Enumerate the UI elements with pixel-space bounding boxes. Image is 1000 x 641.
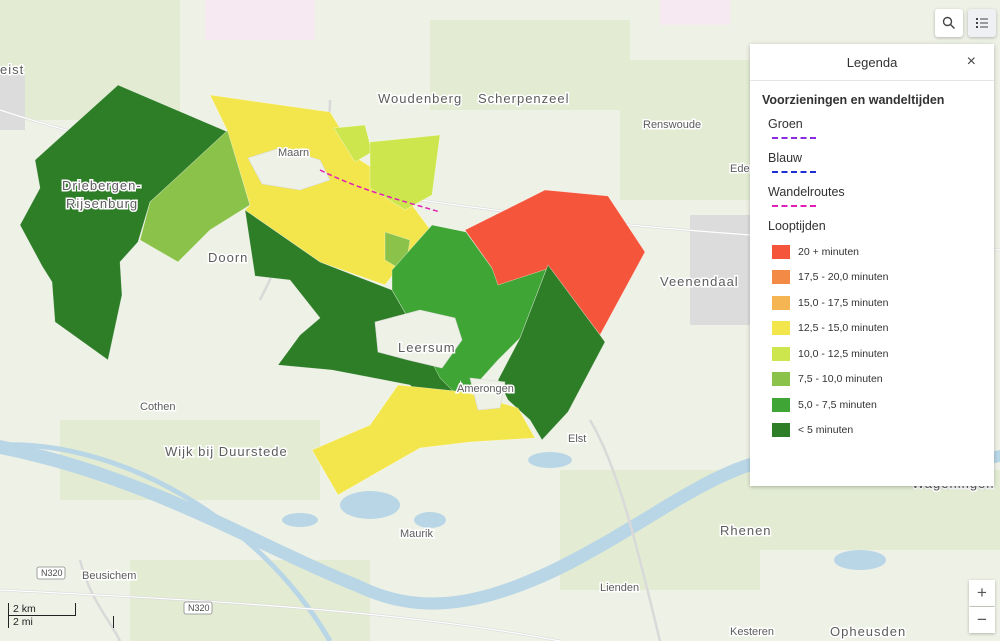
place-label: Maarn [278,147,309,159]
place-label: Elst [568,433,586,445]
scale-mi-label: 2 mi [8,616,114,628]
legend-time-row: 10,0 - 12,5 minuten [772,341,982,367]
place-label: Driebergen- [62,178,142,193]
legend-toggle-button[interactable] [968,9,996,37]
legend-swatch [772,346,790,361]
road-shield: N320 [183,601,213,615]
zoom-in-button[interactable]: + [969,580,995,606]
place-label: Maurik [400,528,434,540]
legend-times-list: 20 + minuten 17,5 - 20,0 minuten 15,0 - 17… [762,239,982,443]
road-shield-label: N320 [41,568,63,578]
place-label: Wijk bij Duurstede [165,444,288,459]
legend-time-row: 17,5 - 20,0 minuten [772,265,982,291]
place-label: eist [0,62,24,77]
legend-close-button[interactable]: × [967,53,976,71]
legend-route-swatch [772,137,816,139]
legend-header: Legenda × [750,44,994,81]
scale-km-label: 2 km [8,603,76,616]
place-label: Kesteren [730,626,774,638]
legend-time-row: 20 + minuten [772,239,982,265]
place-label: Lienden [600,582,639,594]
legend-time-row: 15,0 - 17,5 minuten [772,290,982,316]
legend-route-label: Wandelroutes [768,185,845,199]
place-label: Renswoude [643,119,701,131]
legend-route-swatch [772,205,816,207]
legend-swatch [772,270,790,285]
legend-title: Legenda [846,54,898,70]
legend-route-swatch [772,171,816,173]
legend-time-row: 12,5 - 15,0 minuten [772,316,982,342]
legend-time-row: 7,5 - 10,0 minuten [772,367,982,393]
legend-swatch [772,321,790,336]
legend-layer-title: Voorzieningen en wandeltijden [762,93,945,107]
legend-body: Voorzieningen en wandeltijden Groen Blau… [750,81,994,443]
legend-time-label: 7,5 - 10,0 minuten [798,373,883,386]
place-label: Cothen [140,401,175,413]
place-label: Scherpenzeel [478,91,570,106]
place-label: Amerongen [457,383,514,395]
place-label: Rhenen [720,523,772,538]
legend-time-label: < 5 minuten [798,424,854,437]
place-label: Leersum [398,340,456,355]
legend-time-row: < 5 minuten [772,418,982,444]
place-label: Veenendaal [660,274,739,289]
road-shield-label: N320 [188,603,210,613]
place-label: Beusichem [82,570,136,582]
legend-time-label: 5,0 - 7,5 minuten [798,398,877,411]
legend-swatch [772,244,790,259]
legend-time-row: 5,0 - 7,5 minuten [772,392,982,418]
legend-list-icon [976,18,988,28]
legend-times-title: Looptijden [768,219,826,233]
legend-time-label: 15,0 - 17,5 minuten [798,296,889,309]
legend-route-label: Blauw [768,151,803,165]
legend-panel: Legenda × Voorzieningen en wandeltijden … [750,44,994,486]
place-label: Rijsenburg [66,196,138,211]
legend-swatch [772,295,790,310]
legend-time-label: 17,5 - 20,0 minuten [798,271,889,284]
legend-swatch [772,372,790,387]
legend-time-label: 10,0 - 12,5 minuten [798,347,889,360]
road-shield: N320 [36,566,66,580]
place-label: Doorn [208,250,248,265]
legend-time-label: 20 + minuten [798,245,860,258]
place-label: Woudenberg [378,91,462,106]
search-button[interactable] [935,9,963,37]
place-label: Opheusden [830,624,906,639]
legend-swatch [772,423,790,438]
legend-swatch [772,397,790,412]
search-icon [942,16,955,29]
legend-route-label: Groen [768,117,803,131]
legend-time-label: 12,5 - 15,0 minuten [798,322,889,335]
zoom-out-button[interactable]: − [969,607,995,633]
